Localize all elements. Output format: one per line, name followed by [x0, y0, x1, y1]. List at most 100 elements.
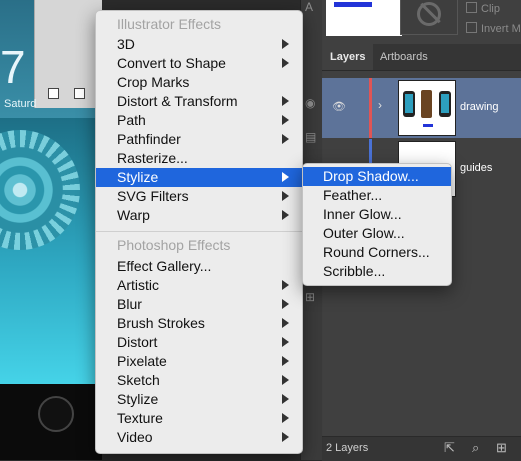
menu-item-rasterize[interactable]: Rasterize...	[96, 149, 302, 168]
menu-item-label: 3D	[117, 36, 135, 52]
lockscreen-day: Saturd	[4, 98, 37, 110]
effects-menu: Illustrator Effects 3D Convert to Shape Cr…	[95, 10, 303, 454]
menu-item-convert-to-shape[interactable]: Convert to Shape	[96, 54, 302, 73]
stroke-line	[334, 2, 372, 7]
menu-item-label: Stylize	[117, 391, 159, 407]
thumb-phone	[439, 91, 451, 117]
submenu-arrow-icon	[282, 96, 289, 106]
menu-item-texture[interactable]: Texture	[96, 409, 302, 428]
layer-color-strip	[369, 78, 372, 138]
menu-item-svg-filters[interactable]: SVG Filters	[96, 187, 302, 206]
menu-item-video[interactable]: Video	[96, 428, 302, 447]
layer-row-drawing[interactable]: 👁 › drawing	[322, 78, 521, 138]
menu-item-label: Drop Shadow...	[323, 168, 419, 184]
menu-item-path[interactable]: Path	[96, 111, 302, 130]
menu-item-label: Inner Glow...	[323, 206, 402, 222]
clip-label: Clip	[481, 3, 500, 15]
selection-handle[interactable]	[48, 88, 59, 99]
menu-item-label: Stylize	[117, 169, 159, 185]
menu-item-label: Distort & Transform	[117, 93, 238, 109]
submenu-arrow-icon	[282, 39, 289, 49]
menu-item-label: Path	[117, 112, 146, 128]
menu-item-label: Convert to Shape	[117, 55, 226, 71]
expand-chevron-icon[interactable]: ›	[378, 98, 382, 112]
invert-mask-label: Invert M	[481, 23, 521, 35]
menu-item-pathfinder[interactable]: Pathfinder	[96, 130, 302, 149]
invert-mask-checkbox[interactable]: Invert M	[466, 22, 521, 35]
menu-item-effect-gallery[interactable]: Effect Gallery...	[96, 257, 302, 276]
menu-item-label: Scribble...	[323, 263, 386, 279]
thumb-phone	[403, 91, 415, 117]
artwork-canvas: 7 Saturd	[0, 0, 102, 460]
export-icon[interactable]: ⇱	[444, 440, 455, 456]
thumb-stroke	[423, 124, 433, 127]
type-icon[interactable]: A	[305, 0, 313, 14]
menu-item-label: Texture	[117, 410, 163, 426]
layer-count: 2 Layers	[326, 442, 369, 454]
menu-item-stylize[interactable]: Stylize	[96, 390, 302, 409]
new-layer-icon[interactable]: ⊞	[496, 440, 507, 456]
menu-item-stylize[interactable]: Stylize	[96, 168, 302, 187]
submenu-arrow-icon	[282, 337, 289, 347]
layers-footer: 2 Layers ⇱ ⌕ ⊞	[322, 436, 521, 461]
phone-screen	[0, 118, 102, 384]
selection-handle[interactable]	[74, 88, 85, 99]
layer-icon[interactable]: ▤	[305, 130, 316, 144]
submenu-arrow-icon	[282, 432, 289, 442]
menu-item-label: Feather...	[323, 187, 383, 203]
menu-item-distort[interactable]: Distort	[96, 333, 302, 352]
submenu-arrow-icon	[282, 394, 289, 404]
submenu-item-drop-shadow[interactable]: Drop Shadow...	[303, 167, 451, 186]
menu-item-artistic[interactable]: Artistic	[96, 276, 302, 295]
submenu-arrow-icon	[282, 375, 289, 385]
no-fill-box[interactable]	[400, 0, 458, 35]
submenu-item-round-corners[interactable]: Round Corners...	[303, 243, 451, 262]
menu-item-sketch[interactable]: Sketch	[96, 371, 302, 390]
home-button	[38, 396, 74, 432]
menu-item-label: Warp	[117, 207, 150, 223]
menu-separator	[96, 231, 302, 232]
photoshop-effects-header: Photoshop Effects	[117, 237, 231, 253]
submenu-item-scribble[interactable]: Scribble...	[303, 262, 451, 281]
lockscreen-clock: 7	[0, 41, 26, 93]
visibility-eye-icon[interactable]: 👁	[332, 100, 346, 113]
submenu-arrow-icon	[282, 58, 289, 68]
menu-item-3d[interactable]: 3D	[96, 35, 302, 54]
submenu-arrow-icon	[282, 115, 289, 125]
menu-item-label: Outer Glow...	[323, 225, 405, 241]
submenu-arrow-icon	[282, 413, 289, 423]
layer-name: drawing	[460, 101, 499, 113]
menu-item-label: Rasterize...	[117, 150, 188, 166]
link-icon[interactable]: ⊞	[305, 290, 315, 304]
menu-item-label: Sketch	[117, 372, 160, 388]
tab-layers[interactable]: Layers	[322, 44, 374, 70]
menu-item-label: Blur	[117, 296, 142, 312]
menu-item-label: Artistic	[117, 277, 159, 293]
submenu-arrow-icon	[282, 191, 289, 201]
menu-item-blur[interactable]: Blur	[96, 295, 302, 314]
clip-checkbox-box[interactable]	[466, 2, 477, 13]
submenu-arrow-icon	[282, 318, 289, 328]
submenu-item-inner-glow[interactable]: Inner Glow...	[303, 205, 451, 224]
submenu-item-outer-glow[interactable]: Outer Glow...	[303, 224, 451, 243]
menu-item-label: Crop Marks	[117, 74, 190, 90]
menu-item-brush-strokes[interactable]: Brush Strokes	[96, 314, 302, 333]
layer-name: guides	[460, 162, 493, 174]
menu-item-label: Pixelate	[117, 353, 167, 369]
menu-item-label: Brush Strokes	[117, 315, 205, 331]
menu-item-distort-transform[interactable]: Distort & Transform	[96, 92, 302, 111]
menu-item-warp[interactable]: Warp	[96, 206, 302, 225]
artboard-frame	[34, 0, 102, 108]
menu-item-pixelate[interactable]: Pixelate	[96, 352, 302, 371]
menu-item-crop-marks[interactable]: Crop Marks	[96, 73, 302, 92]
thumb-case	[421, 90, 432, 118]
tab-artboards[interactable]: Artboards	[372, 44, 436, 70]
invert-mask-checkbox-box[interactable]	[466, 22, 477, 33]
appearance-icon[interactable]: ◉	[305, 96, 315, 110]
submenu-arrow-icon	[282, 299, 289, 309]
search-icon[interactable]: ⌕	[472, 440, 479, 456]
submenu-item-feather[interactable]: Feather...	[303, 186, 451, 205]
clip-checkbox[interactable]: Clip	[466, 2, 500, 15]
submenu-arrow-icon	[282, 172, 289, 182]
submenu-arrow-icon	[282, 280, 289, 290]
